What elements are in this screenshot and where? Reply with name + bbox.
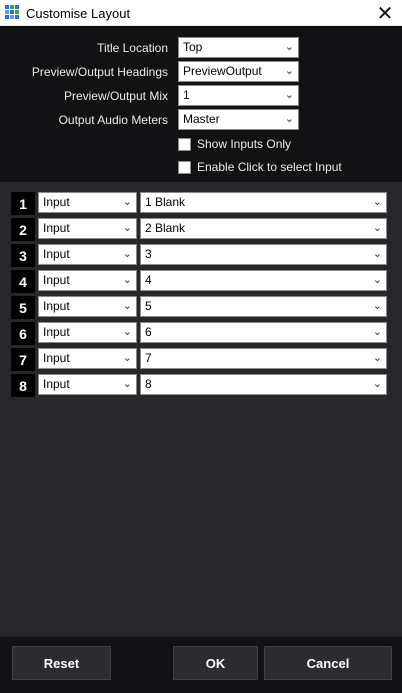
row-input-value: 4 bbox=[145, 273, 152, 287]
row-type-select[interactable]: Input ⌄ bbox=[38, 374, 137, 395]
chevron-down-icon: ⌄ bbox=[122, 274, 132, 286]
row-number: 6 bbox=[11, 322, 35, 345]
row-type-value: Input bbox=[43, 247, 70, 261]
title-location-label: Title Location bbox=[97, 41, 168, 55]
title-location-value: Top bbox=[183, 40, 203, 54]
reset-button[interactable]: Reset bbox=[12, 646, 111, 680]
settings-panel: Title Location Top ⌄ Preview/Output Head… bbox=[0, 26, 402, 182]
click-select-checkbox[interactable] bbox=[178, 161, 191, 174]
chevron-down-icon: ⌄ bbox=[372, 274, 382, 286]
row-input-select[interactable]: 6 ⌄ bbox=[140, 322, 387, 343]
chevron-down-icon: ⌄ bbox=[284, 89, 294, 101]
headings-label: Preview/Output Headings bbox=[31, 65, 168, 79]
row-input-select[interactable]: 4 ⌄ bbox=[140, 270, 387, 291]
row-input-value: 1 Blank bbox=[145, 195, 186, 209]
mix-value: 1 bbox=[183, 88, 190, 102]
row-type-value: Input bbox=[43, 325, 70, 339]
row-number: 8 bbox=[11, 374, 35, 397]
click-select-label: Enable Click to select Input bbox=[197, 160, 342, 174]
row-input-value: 5 bbox=[145, 299, 152, 313]
row-type-value: Input bbox=[43, 221, 70, 235]
row-number: 3 bbox=[11, 244, 35, 267]
row-type-value: Input bbox=[43, 299, 70, 313]
row-number: 4 bbox=[11, 270, 35, 293]
close-icon[interactable]: ✕ bbox=[368, 0, 402, 26]
row-number: 7 bbox=[11, 348, 35, 371]
chevron-down-icon: ⌄ bbox=[372, 196, 382, 208]
audio-meters-label: Output Audio Meters bbox=[58, 113, 168, 127]
row-type-select[interactable]: Input ⌄ bbox=[38, 218, 137, 239]
headings-value: PreviewOutput bbox=[183, 64, 262, 78]
row-input-value: 2 Blank bbox=[145, 221, 186, 235]
chevron-down-icon: ⌄ bbox=[122, 326, 132, 338]
row-input-select[interactable]: 8 ⌄ bbox=[140, 374, 387, 395]
grid-app-icon bbox=[5, 5, 20, 20]
window-title: Customise Layout bbox=[26, 6, 131, 21]
input-rows-panel: 1 Input ⌄ 1 Blank ⌄ 2 Input ⌄ 2 Blank ⌄ … bbox=[0, 182, 402, 637]
row-input-select[interactable]: 7 ⌄ bbox=[140, 348, 387, 369]
dialog-footer: Reset OK Cancel bbox=[0, 637, 402, 693]
mix-label: Preview/Output Mix bbox=[63, 89, 168, 103]
row-type-select[interactable]: Input ⌄ bbox=[38, 322, 137, 343]
row-type-select[interactable]: Input ⌄ bbox=[38, 296, 137, 317]
row-number: 2 bbox=[11, 218, 35, 241]
headings-select[interactable]: PreviewOutput ⌄ bbox=[178, 61, 299, 82]
row-type-value: Input bbox=[43, 195, 70, 209]
row-input-value: 8 bbox=[145, 377, 152, 391]
row-type-value: Input bbox=[43, 351, 70, 365]
title-bar: Customise Layout ✕ bbox=[0, 0, 402, 26]
chevron-down-icon: ⌄ bbox=[122, 196, 132, 208]
chevron-down-icon: ⌄ bbox=[284, 65, 294, 77]
chevron-down-icon: ⌄ bbox=[284, 113, 294, 125]
chevron-down-icon: ⌄ bbox=[372, 352, 382, 364]
chevron-down-icon: ⌄ bbox=[122, 248, 132, 260]
chevron-down-icon: ⌄ bbox=[372, 222, 382, 234]
chevron-down-icon: ⌄ bbox=[122, 300, 132, 312]
chevron-down-icon: ⌄ bbox=[372, 248, 382, 260]
chevron-down-icon: ⌄ bbox=[372, 300, 382, 312]
row-number: 1 bbox=[11, 192, 35, 215]
mix-select[interactable]: 1 ⌄ bbox=[178, 85, 299, 106]
row-input-select[interactable]: 1 Blank ⌄ bbox=[140, 192, 387, 213]
cancel-button[interactable]: Cancel bbox=[264, 646, 392, 680]
row-type-select[interactable]: Input ⌄ bbox=[38, 270, 137, 291]
row-type-select[interactable]: Input ⌄ bbox=[38, 192, 137, 213]
row-type-value: Input bbox=[43, 273, 70, 287]
chevron-down-icon: ⌄ bbox=[284, 41, 294, 53]
row-type-select[interactable]: Input ⌄ bbox=[38, 244, 137, 265]
row-input-value: 7 bbox=[145, 351, 152, 365]
row-input-select[interactable]: 2 Blank ⌄ bbox=[140, 218, 387, 239]
row-input-select[interactable]: 3 ⌄ bbox=[140, 244, 387, 265]
audio-meters-select[interactable]: Master ⌄ bbox=[178, 109, 299, 130]
row-type-select[interactable]: Input ⌄ bbox=[38, 348, 137, 369]
chevron-down-icon: ⌄ bbox=[122, 378, 132, 390]
chevron-down-icon: ⌄ bbox=[372, 326, 382, 338]
audio-meters-value: Master bbox=[183, 112, 220, 126]
row-input-value: 6 bbox=[145, 325, 152, 339]
row-type-value: Input bbox=[43, 377, 70, 391]
show-inputs-only-checkbox[interactable] bbox=[178, 138, 191, 151]
chevron-down-icon: ⌄ bbox=[122, 352, 132, 364]
chevron-down-icon: ⌄ bbox=[372, 378, 382, 390]
row-number: 5 bbox=[11, 296, 35, 319]
chevron-down-icon: ⌄ bbox=[122, 222, 132, 234]
title-location-select[interactable]: Top ⌄ bbox=[178, 37, 299, 58]
row-input-value: 3 bbox=[145, 247, 152, 261]
show-inputs-only-label: Show Inputs Only bbox=[197, 137, 292, 151]
row-input-select[interactable]: 5 ⌄ bbox=[140, 296, 387, 317]
ok-button[interactable]: OK bbox=[173, 646, 258, 680]
